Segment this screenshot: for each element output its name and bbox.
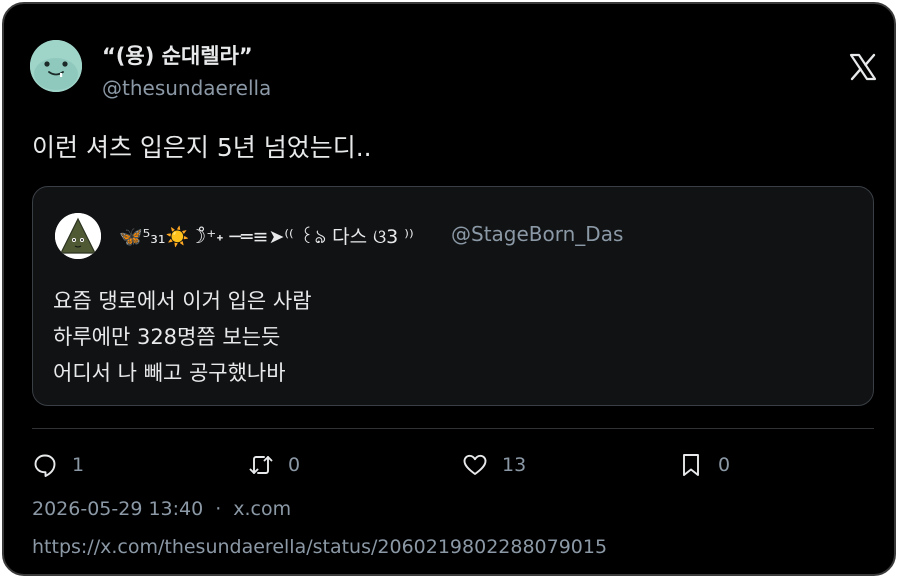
x-logo-icon[interactable] (848, 52, 878, 82)
retweet-button[interactable]: 0 (248, 450, 300, 480)
divider (32, 428, 874, 429)
retweet-count: 0 (288, 454, 301, 476)
retweet-icon (249, 456, 273, 474)
heart-icon (463, 454, 487, 475)
like-count: 13 (502, 454, 527, 476)
reply-icon (34, 454, 56, 477)
triangle-character-avatar-icon (55, 213, 101, 259)
like-button[interactable]: 13 (462, 450, 526, 480)
quoted-handle[interactable]: @StageBorn_Das (451, 222, 623, 246)
tweet-url[interactable]: https://x.com/thesundaerella/status/2060… (32, 536, 607, 558)
frog-avatar-icon (30, 40, 82, 92)
tweet-card: “(용) 순대렐라” @thesundaerella 이런 셔츠 입은지 5년 … (2, 2, 896, 576)
author-avatar[interactable] (30, 40, 82, 92)
quoted-tweet-card[interactable]: 🦋⁵₃₁☀️☽̊⁺˖ ─═≡➤⁽⁽ ꒰ঌ 다스 ଓ3 ⁾⁾ @StageBorn… (32, 186, 874, 406)
author-handle[interactable]: @thesundaerella (102, 76, 271, 100)
author-display-name[interactable]: “(용) 순대렐라” (102, 40, 253, 70)
reply-button[interactable]: 1 (32, 450, 84, 480)
reply-count: 1 (72, 454, 85, 476)
bookmark-button[interactable]: 0 (678, 450, 730, 480)
quoted-text-line: 하루에만 328명쯤 보는듯 (53, 325, 281, 349)
quoted-text-line: 요즘 댕로에서 이거 입은 사람 (53, 289, 312, 313)
bookmark-icon (683, 454, 699, 476)
tweet-meta: 2026-05-29 13:40 · x.com (32, 498, 291, 520)
tweet-text: 이런 셔츠 입은지 5년 넘었는디.. (32, 133, 372, 162)
quoted-author-avatar[interactable] (55, 213, 101, 259)
source-link[interactable]: x.com (233, 498, 291, 520)
quoted-text-line: 어디서 나 빼고 공구했나바 (53, 361, 286, 385)
timestamp[interactable]: 2026-05-29 13:40 (32, 498, 203, 520)
separator-dot: · (215, 498, 222, 520)
bookmark-count: 0 (718, 454, 731, 476)
quoted-display-name[interactable]: 🦋⁵₃₁☀️☽̊⁺˖ ─═≡➤⁽⁽ ꒰ঌ 다스 ଓ3 ⁾⁾ (119, 222, 414, 255)
